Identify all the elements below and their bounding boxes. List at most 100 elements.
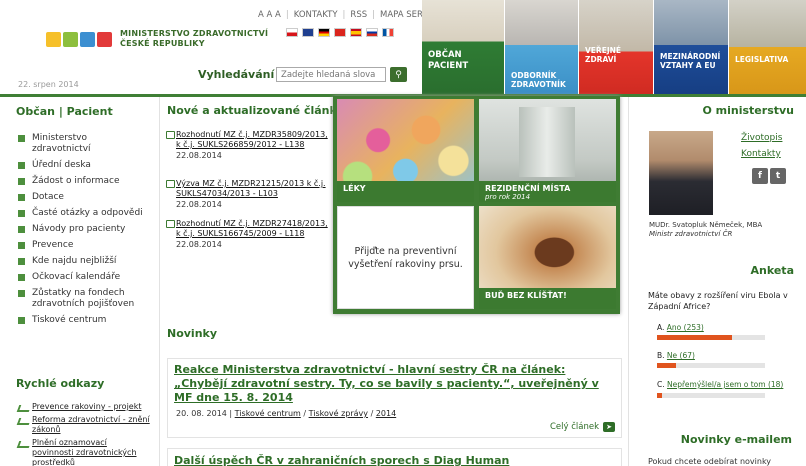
article-date: 22.08.2014 [176,240,222,249]
article-icon [166,180,175,188]
nav-tile-obcan-pacient[interactable]: OBČAN PACIENT [422,0,504,94]
news-year-link[interactable]: 2014 [376,409,396,418]
nav-tile-label: ODBORNÍK ZDRAVOTNÍK [511,71,566,89]
flag-es-icon[interactable] [350,28,362,37]
promo-tile-prevence[interactable]: Přijďte na preventivní vyšetření rakovin… [337,206,474,309]
news-item: Reakce Ministerstva zdravotnictví - hlav… [167,358,622,438]
poll-bar [657,393,765,398]
flag-cz-icon[interactable] [286,28,298,37]
article-date: 22.08.2014 [176,200,222,209]
search-button[interactable]: ⚲ [390,67,407,82]
news-date: 20. 08. 2014 [176,409,227,418]
sidebar-item[interactable]: Dotace [18,192,154,203]
poll-option-label[interactable]: Ano (253) [667,323,704,332]
promo-grid: LÉKY REZIDENČNÍ MÍSTA pro rok 2014 Přijďt… [333,96,620,314]
article-title[interactable]: Rozhodnutí MZ č.j. MZDR27418/2013, k č.j… [176,219,328,239]
sidebar-item[interactable]: Návody pro pacienty [18,224,154,235]
sidebar-item[interactable]: Kde najdu nejbližší [18,256,154,267]
column-divider [628,97,629,466]
search-label: Vyhledávání [198,68,275,81]
article-item[interactable]: Rozhodnutí MZ č.j. MZDR27418/2013, k č.j… [166,219,328,249]
nav-tile-verejne-zdravi[interactable]: VEŘEJNÉ ZDRAVÍ [579,0,653,94]
org-line-2: ČESKÉ REPUBLIKY [120,39,205,48]
nav-tile-odbornik[interactable]: ODBORNÍK ZDRAVOTNÍK [505,0,578,94]
poll-option-letter: A. [657,323,665,332]
poll-option-letter: C. [657,380,665,389]
promo-caption: REZIDENČNÍ MÍSTA pro rok 2014 [479,181,616,202]
news-headline[interactable]: Další úspěch ČR v zahraničních sporech s… [168,454,621,466]
facebook-icon[interactable]: f [752,168,768,184]
poll-option[interactable]: A. Ano (253) [657,323,704,332]
sidebar-item[interactable]: Ministerstvo zdravotnictví [18,133,118,155]
promo-tile-rezidencni-mista[interactable]: REZIDENČNÍ MÍSTA pro rok 2014 [479,99,616,202]
ministry-contacts-link[interactable]: Kontakty [741,149,781,159]
utility-links: A A A | KONTAKTY | RSS | MAPA SERVERU [258,10,446,20]
sidebar-item[interactable]: Žádost o informace [18,176,154,187]
flag-de-icon[interactable] [318,28,330,37]
article-item[interactable]: Výzva MZ č.j. MZDR21215/2013 k č.j. SUKL… [166,179,328,209]
news-category-link[interactable]: Tiskové zprávy [309,409,368,418]
news-item: Další úspěch ČR v zahraničních sporech s… [167,448,622,466]
sidebar-item[interactable]: Tiskové centrum [18,315,154,326]
contacts-link[interactable]: KONTAKTY [294,10,338,20]
logo[interactable]: MINISTERSTVO ZDRAVOTNICTVÍ ČESKÉ REPUBLI… [46,29,268,49]
quick-link[interactable]: Reforma zdravotnictví - znění zákonů [18,415,150,435]
flag-gb-icon[interactable] [302,28,314,37]
poll-bar [657,363,765,368]
promo-text: Přijďte na preventivní vyšetření rakovin… [348,246,463,270]
read-more-label: Celý článek [549,422,599,432]
poll-option[interactable]: B. Ne (67) [657,351,695,360]
sidebar-item[interactable]: Zůstatky na fondech zdravotních pojišťov… [18,288,143,310]
promo-tile-klistata[interactable]: BUĎ BEZ KLÍŠŤAT! [479,206,616,309]
article-title[interactable]: Výzva MZ č.j. MZDR21215/2013 k č.j. SUKL… [176,179,328,199]
nav-tile-mezinarodni[interactable]: MEZINÁRODNÍ VZTAHY A EU [654,0,728,94]
quick-link[interactable]: Prevence rakoviny - projekt [18,402,154,412]
search-input[interactable] [276,67,386,82]
nav-tile-label: LEGISLATIVA [735,55,789,64]
poll-option[interactable]: C. Nepřemýšlel/a jsem o tom (18) [657,380,783,389]
flag-vn-icon[interactable] [334,28,346,37]
article-date: 22.08.2014 [176,151,222,160]
sidebar-item[interactable]: Úřední deska [18,160,154,171]
read-more-link[interactable]: Celý článek ➤ [550,422,615,432]
font-size-control[interactable]: A A A [258,10,281,20]
poll-option-label[interactable]: Nepřemýšlel/a jsem o tom (18) [667,380,783,389]
minister-caption: MUDr. Svatopluk Němeček, MBA Ministr zdr… [649,221,762,239]
news-headline[interactable]: Reakce Ministerstva zdravotnictví - hlav… [168,363,621,405]
flag-ru-icon[interactable] [366,28,378,37]
corridor-image [519,107,575,177]
language-flags [286,28,394,37]
promo-caption: BUĎ BEZ KLÍŠŤAT! [479,288,616,309]
quick-link[interactable]: Plnění oznamovací povinnosti zdravotnick… [18,438,150,466]
poll-title: Anketa [750,264,794,277]
promo-caption-sub: pro rok 2014 [485,193,531,201]
sidebar-item[interactable]: Očkovací kalendáře [18,272,154,283]
rss-link[interactable]: RSS [350,10,367,20]
sidebar-menu: Ministerstvo zdravotnictví Úřední deska … [18,133,154,326]
org-name: MINISTERSTVO ZDRAVOTNICTVÍ ČESKÉ REPUBLI… [120,29,268,49]
minister-role: Ministr zdravotnictví ČR [649,230,733,238]
promo-caption: LÉKY [337,181,474,202]
sidebar-item[interactable]: Prevence [18,240,154,251]
news-meta: 20. 08. 2014 | Tiskové centrum / Tiskové… [176,409,397,418]
bio-link[interactable]: Životopis [741,133,782,143]
about-ministry-title: O ministerstvu [702,104,794,117]
twitter-icon[interactable]: t [770,168,786,184]
poll-option-letter: B. [657,351,665,360]
nav-tile-legislativa[interactable]: LEGISLATIVA [729,0,806,94]
news-category-link[interactable]: Tiskové centrum [235,409,301,418]
sidebar-item[interactable]: Časté otázky a odpovědi [18,208,154,219]
poll-bar [657,335,765,340]
column-divider [159,97,160,466]
article-title[interactable]: Rozhodnutí MZ č.j. MZDR35809/2013, k č.j… [176,130,328,150]
flag-fr-icon[interactable] [382,28,394,37]
news-title: Novinky [167,327,218,340]
poll-bar-fill [657,335,732,340]
poll-option-label[interactable]: Ne (67) [667,351,695,360]
search-icon: ⚲ [395,69,402,80]
nav-tile-label: MEZINÁRODNÍ VZTAHY A EU [660,52,721,70]
promo-tile-leky[interactable]: LÉKY [337,99,474,202]
nav-tile-label: OBČAN PACIENT [428,50,469,71]
left-sidebar: Občan | Pacient Ministerstvo zdravotnict… [0,97,159,466]
article-item[interactable]: Rozhodnutí MZ č.j. MZDR35809/2013, k č.j… [166,130,328,160]
